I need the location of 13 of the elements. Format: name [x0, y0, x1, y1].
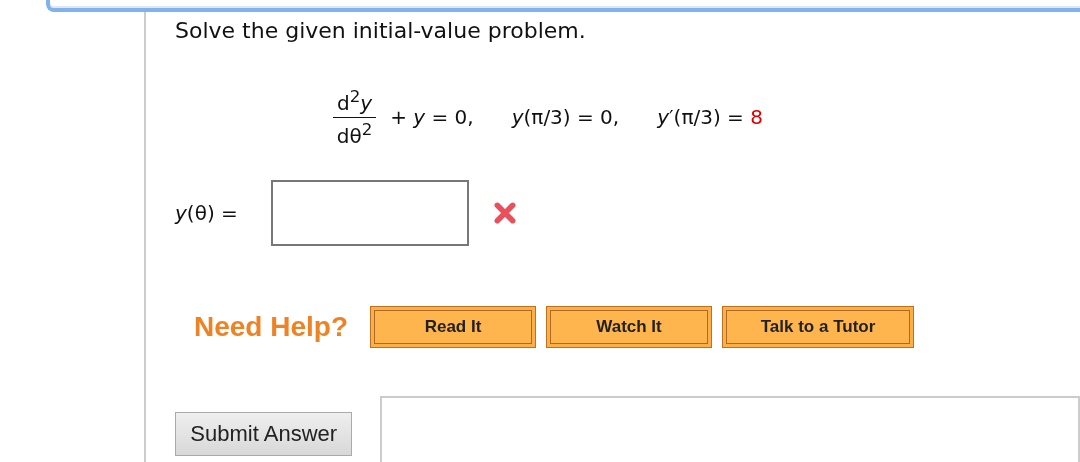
help-button[interactable]: Talk to a Tutor — [722, 306, 915, 349]
denominator: dθ$^{2}$ — [336, 118, 373, 148]
initial-condition: y′(π/3) = 8 — [657, 105, 763, 130]
equation-term: + y = 0, — [390, 105, 474, 130]
help-button[interactable]: Read It — [370, 306, 537, 349]
help-button[interactable]: Watch It — [546, 306, 713, 349]
answer-label: y(θ) = — [175, 201, 239, 226]
initial-condition: y(π/3) = 0, — [511, 105, 620, 130]
question-text: Solve the given initial-value problem. — [175, 18, 587, 43]
submit-button[interactable]: Submit Answer — [175, 412, 353, 457]
numerator: d$^{2}$y — [333, 87, 377, 118]
need-help-label: Need Help? — [194, 311, 349, 344]
answer-field[interactable] — [271, 180, 469, 247]
